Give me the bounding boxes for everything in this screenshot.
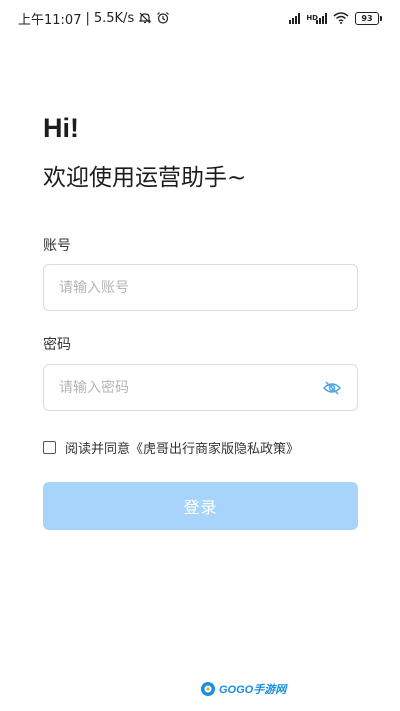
password-input[interactable] — [44, 365, 321, 410]
status-separator: | — [85, 10, 90, 26]
greeting-hi: Hi! — [43, 113, 79, 143]
eye-hidden-icon[interactable] — [321, 377, 343, 399]
watermark: GOGO手游网 — [200, 681, 286, 697]
account-field-container — [43, 264, 358, 311]
agreement-row[interactable]: 阅读并同意《虎哥出行商家版隐私政策》 — [43, 438, 299, 457]
password-field-container — [43, 364, 358, 411]
mute-icon — [138, 11, 152, 25]
alarm-icon — [156, 11, 170, 25]
status-bar: 上午11:07 | 5.5K/s HD 93 — [0, 0, 400, 36]
battery-level: 93 — [355, 11, 379, 25]
status-left: 上午11:07 | 5.5K/s — [18, 9, 170, 28]
hd-signal-icon: HD — [306, 12, 327, 24]
greeting-welcome: 欢迎使用运营助手~ — [43, 165, 247, 191]
signal-icon — [289, 12, 301, 24]
status-right: HD 93 — [289, 11, 382, 25]
wifi-icon — [333, 12, 349, 24]
account-input[interactable] — [44, 265, 357, 310]
agreement-checkbox[interactable] — [43, 441, 56, 454]
agreement-text[interactable]: 阅读并同意《虎哥出行商家版隐私政策》 — [65, 438, 299, 457]
watermark-text: GOGO手游网 — [219, 684, 287, 696]
status-network-speed: 5.5K/s — [93, 10, 135, 26]
status-time: 上午11:07 — [18, 12, 82, 28]
login-button[interactable]: 登录 — [43, 482, 358, 530]
battery-icon: 93 — [355, 11, 382, 25]
watermark-logo-icon — [201, 682, 215, 696]
account-label: 账号 — [43, 238, 71, 254]
password-label: 密码 — [43, 337, 71, 353]
